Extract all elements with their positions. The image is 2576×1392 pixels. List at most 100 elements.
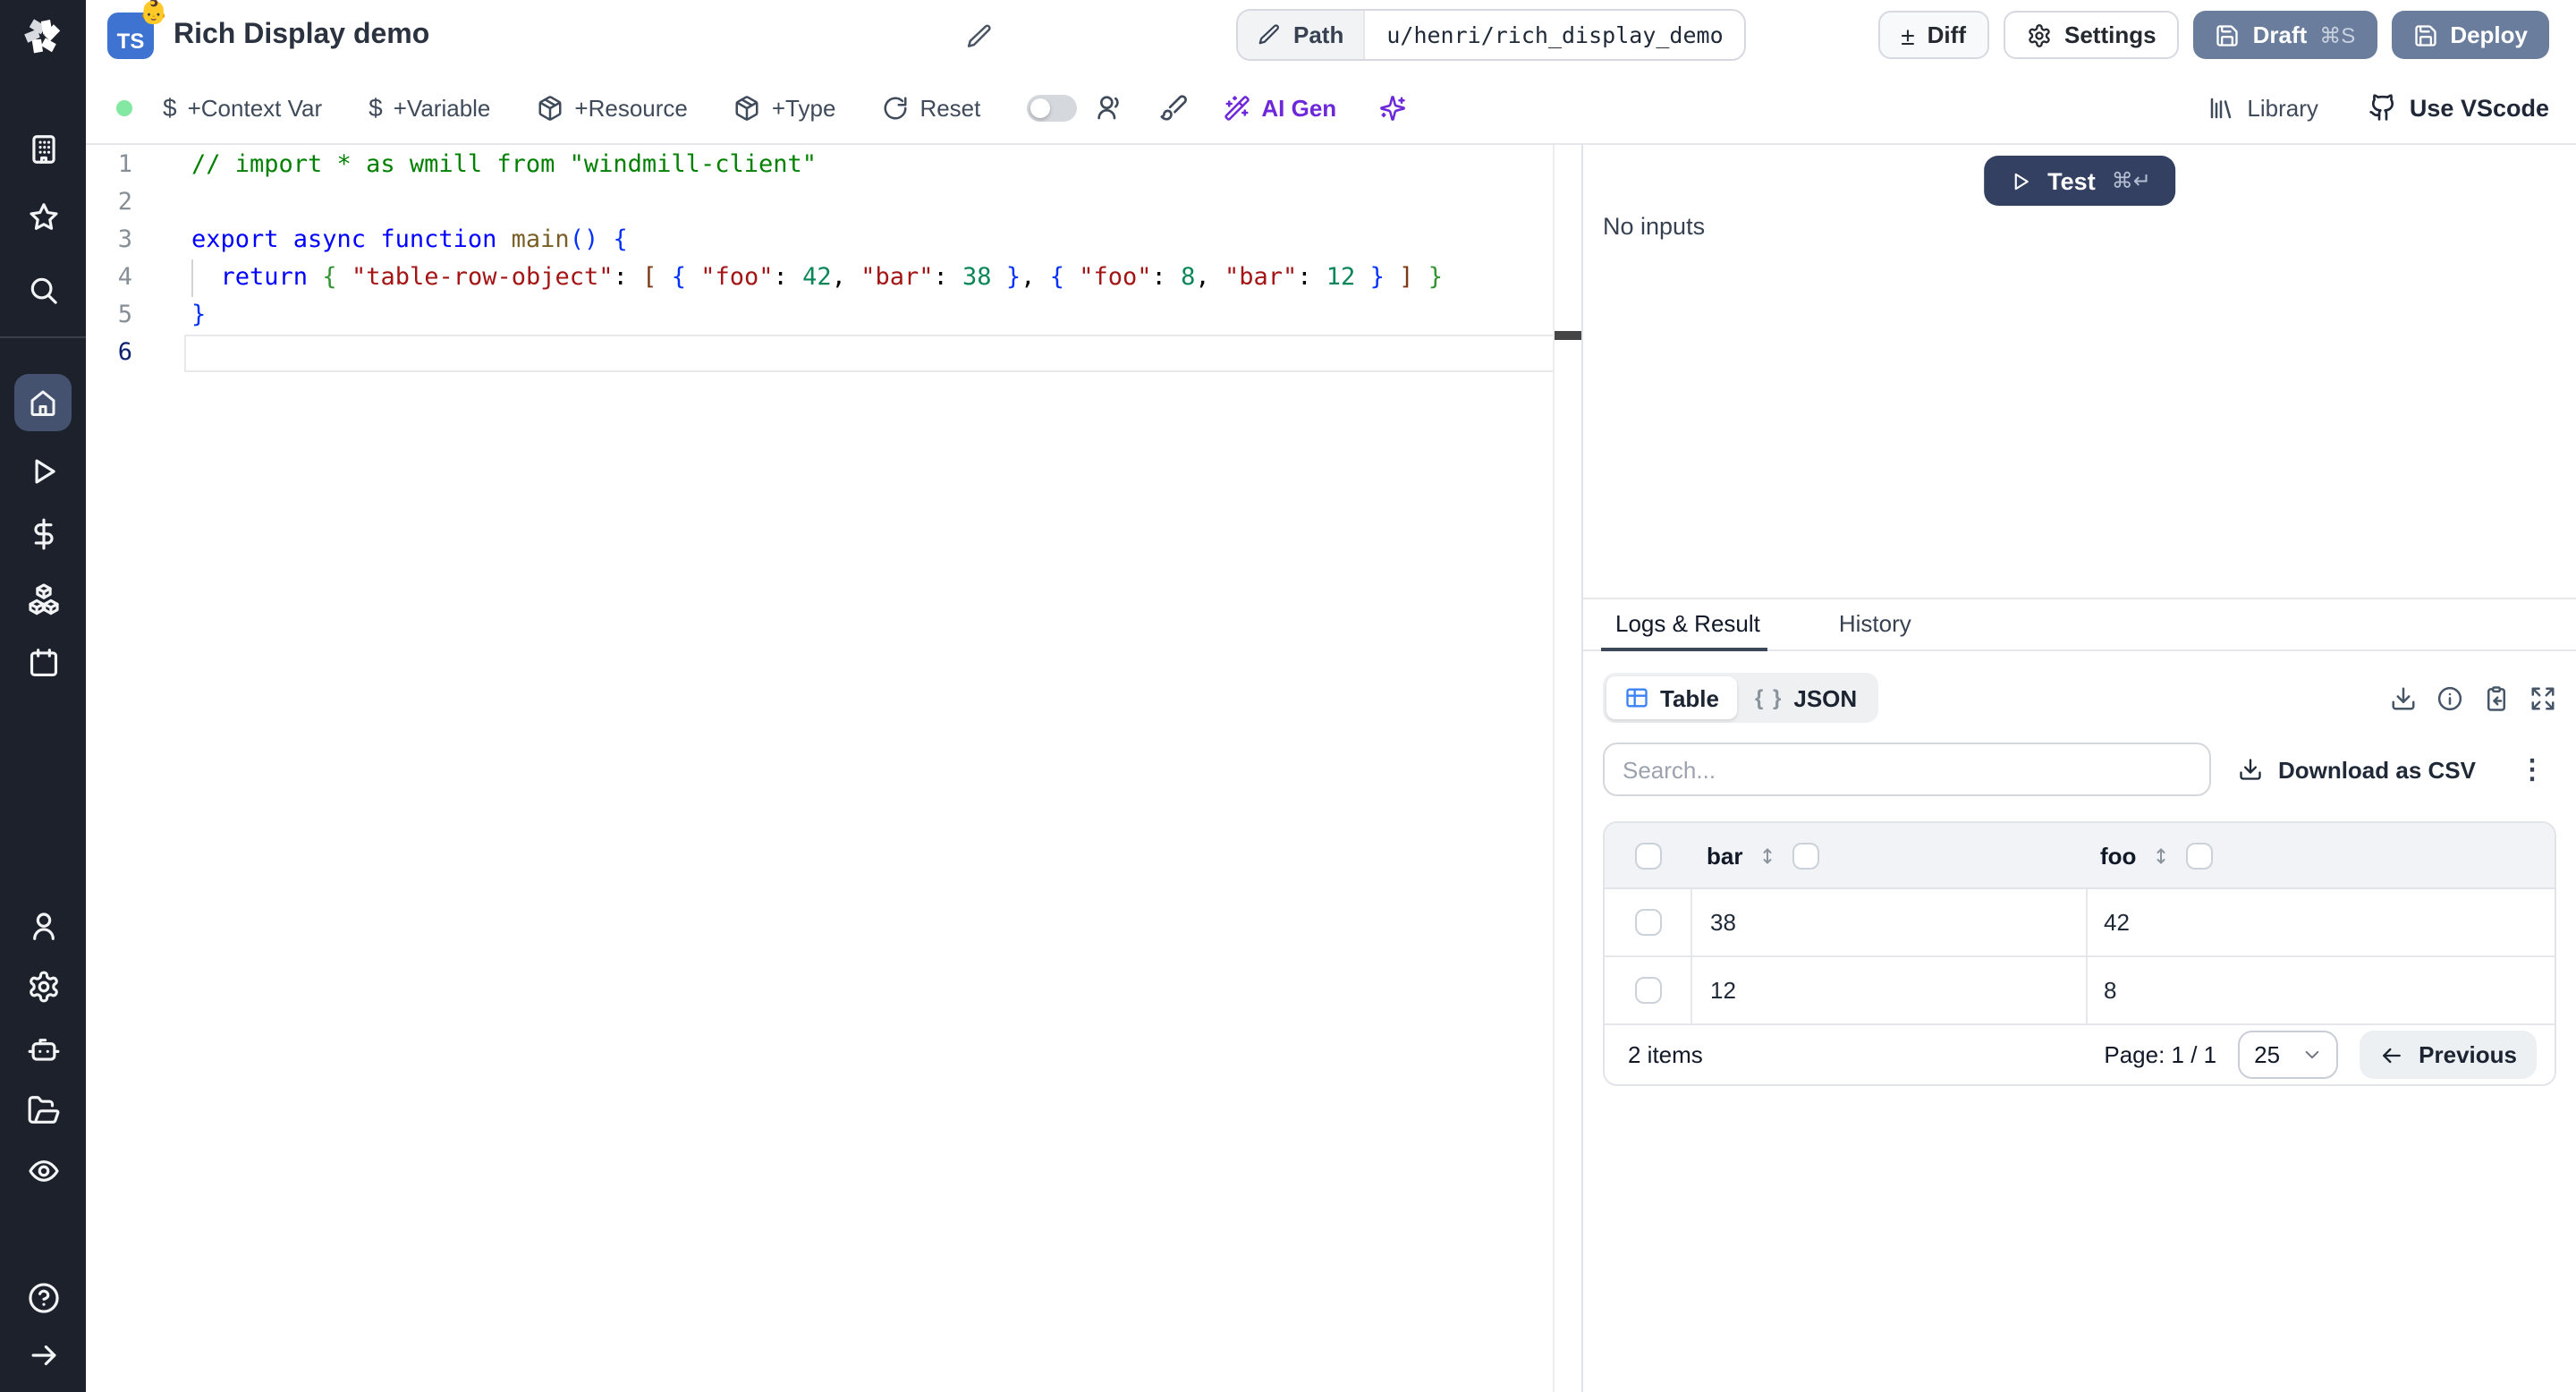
sidebar-eye-icon[interactable] (0, 1149, 86, 1192)
sidebar-robot-icon[interactable] (0, 1027, 86, 1070)
result-body: Table { } JSON Down (1583, 651, 2576, 1392)
search-input[interactable] (1603, 743, 2211, 796)
draft-label: Draft (2252, 21, 2308, 48)
sidebar-gear-icon[interactable] (0, 964, 86, 1007)
settings-button[interactable]: Settings (2004, 11, 2180, 59)
column-header-foo[interactable]: foo (2086, 842, 2555, 869)
sort-arrows-icon[interactable] (2150, 844, 2172, 867)
sidebar-dollar-icon[interactable] (0, 512, 86, 555)
pencil-icon (965, 22, 992, 49)
collaborators-button[interactable] (1095, 93, 1123, 122)
refresh-icon (882, 94, 909, 121)
library-icon (2207, 94, 2234, 121)
view-table-button[interactable]: Table (1606, 676, 1737, 719)
clipboard-paste-icon[interactable] (2483, 684, 2510, 711)
test-button[interactable]: Test ⌘↵ (1983, 156, 2176, 206)
context-var-label: +Context Var (187, 94, 323, 121)
download-icon[interactable] (2390, 684, 2417, 711)
column-toggle-checkbox[interactable] (1792, 842, 1820, 869)
add-context-var-button[interactable]: $ +Context Var (163, 93, 322, 122)
path-widget[interactable]: Path u/henri/rich_display_demo (1236, 9, 1747, 61)
table-grid-icon (1624, 685, 1649, 710)
table-row[interactable]: 12 8 (1605, 957, 2555, 1025)
library-button[interactable]: Library (2207, 94, 2318, 121)
table-row[interactable]: 38 42 (1605, 889, 2555, 957)
code-line-1[interactable]: 1 // import * as wmill from "windmill-cli… (86, 147, 1581, 184)
reset-button[interactable]: Reset (882, 94, 980, 121)
column-toggle-checkbox[interactable] (2186, 842, 2214, 869)
save-icon (2216, 22, 2241, 47)
items-count: 2 items (1628, 1041, 1703, 1068)
ai-fix-button[interactable] (1379, 94, 1406, 121)
download-icon (2239, 757, 2264, 782)
reset-label: Reset (919, 94, 981, 121)
plus-minus-icon: ± (1901, 21, 1915, 49)
add-type-button[interactable]: +Type (734, 94, 836, 121)
sidebar-help-circle-icon[interactable] (0, 1276, 86, 1319)
header-bar: TS 👶 Rich Display demo Path u/henri/rich… (86, 0, 2576, 72)
sidebar-calendar-icon[interactable] (0, 641, 86, 683)
diff-mode-toggle[interactable] (1027, 94, 1078, 121)
code-line-4[interactable]: 4 return { "table-row-object": [ { "foo"… (86, 259, 1581, 297)
code-editor[interactable]: 1 // import * as wmill from "windmill-cli… (86, 145, 1581, 1392)
deploy-button[interactable]: Deploy (2391, 11, 2549, 59)
sidebar-folder-open-icon[interactable] (0, 1088, 86, 1131)
sidebar-arrow-right-icon[interactable] (0, 1333, 86, 1376)
path-value: u/henri/rich_display_demo (1386, 21, 1724, 48)
line-number: 3 (117, 225, 132, 254)
code-line-5[interactable]: 5} (86, 297, 1581, 335)
select-all-checkbox[interactable] (1634, 842, 1661, 869)
page-title: Rich Display demo (174, 20, 430, 50)
ai-gen-button[interactable]: AI Gen (1224, 94, 1336, 121)
sidebar-home-icon-active[interactable] (14, 374, 72, 431)
column-header-bar[interactable]: bar (1690, 842, 2086, 869)
download-csv-button[interactable]: Download as CSV (2239, 756, 2476, 783)
language-badge-wrap: TS 👶 (107, 0, 168, 59)
sidebar-star-icon[interactable] (0, 195, 86, 238)
tab-logs-result[interactable]: Logs & Result (1601, 610, 1767, 651)
code-text: } (191, 301, 207, 329)
diff-button[interactable]: ± Diff (1877, 11, 1989, 59)
header-actions: ± Diff Settings Draft ⌘S Deploy (1877, 11, 2549, 59)
status-green-dot (116, 99, 132, 115)
add-resource-button[interactable]: +Resource (537, 94, 688, 121)
sidebar-user-icon[interactable] (0, 904, 86, 946)
draft-button[interactable]: Draft ⌘S (2193, 11, 2377, 59)
row-checkbox[interactable] (1634, 977, 1661, 1004)
type-label: +Type (771, 94, 836, 121)
view-json-button[interactable]: { } JSON (1737, 676, 1875, 719)
previous-page-button[interactable]: Previous (2360, 1031, 2537, 1079)
tab-history[interactable]: History (1835, 610, 1915, 649)
windmill-logo (0, 16, 86, 59)
braces-icon: { } (1755, 685, 1784, 710)
sidebar-building-icon[interactable] (0, 127, 86, 170)
code-line-2[interactable]: 2 (86, 184, 1581, 222)
row-select-cell (1605, 889, 1692, 955)
edit-summary-button[interactable] (961, 18, 996, 54)
kebab-menu-button[interactable]: ⋮ (2519, 753, 2546, 785)
table-footer: 2 items Page: 1 / 1 25 Previous (1605, 1025, 2555, 1084)
line-number: 6 (117, 338, 132, 367)
info-icon[interactable] (2436, 684, 2463, 711)
current-line-highlight (184, 335, 1555, 372)
use-vscode-button[interactable]: Use VScode (2368, 93, 2549, 122)
sidebar-cubes-icon[interactable] (0, 576, 86, 619)
variable-label: +Variable (393, 94, 491, 121)
row-checkbox[interactable] (1634, 909, 1661, 936)
page-size-select[interactable]: 25 (2238, 1031, 2339, 1079)
script-emoji: 👶 (139, 0, 168, 25)
path-edit-button[interactable]: Path (1238, 11, 1366, 59)
test-label: Test (2047, 167, 2096, 194)
add-variable-button[interactable]: $ +Variable (369, 93, 490, 122)
left-sidebar (0, 0, 86, 1392)
sidebar-search-icon[interactable] (0, 268, 86, 311)
cell-foo: 8 (2104, 977, 2117, 1004)
sidebar-play-icon[interactable] (0, 449, 86, 492)
expand-icon[interactable] (2529, 684, 2556, 711)
format-button[interactable] (1159, 93, 1188, 122)
code-line-3[interactable]: 3 export async function main() { (86, 222, 1581, 259)
select-all-cell (1605, 842, 1690, 869)
no-inputs-text: No inputs (1603, 213, 1706, 240)
sort-arrows-icon[interactable] (1757, 844, 1778, 867)
pagination: Page: 1 / 1 25 Previous (2104, 1031, 2537, 1079)
